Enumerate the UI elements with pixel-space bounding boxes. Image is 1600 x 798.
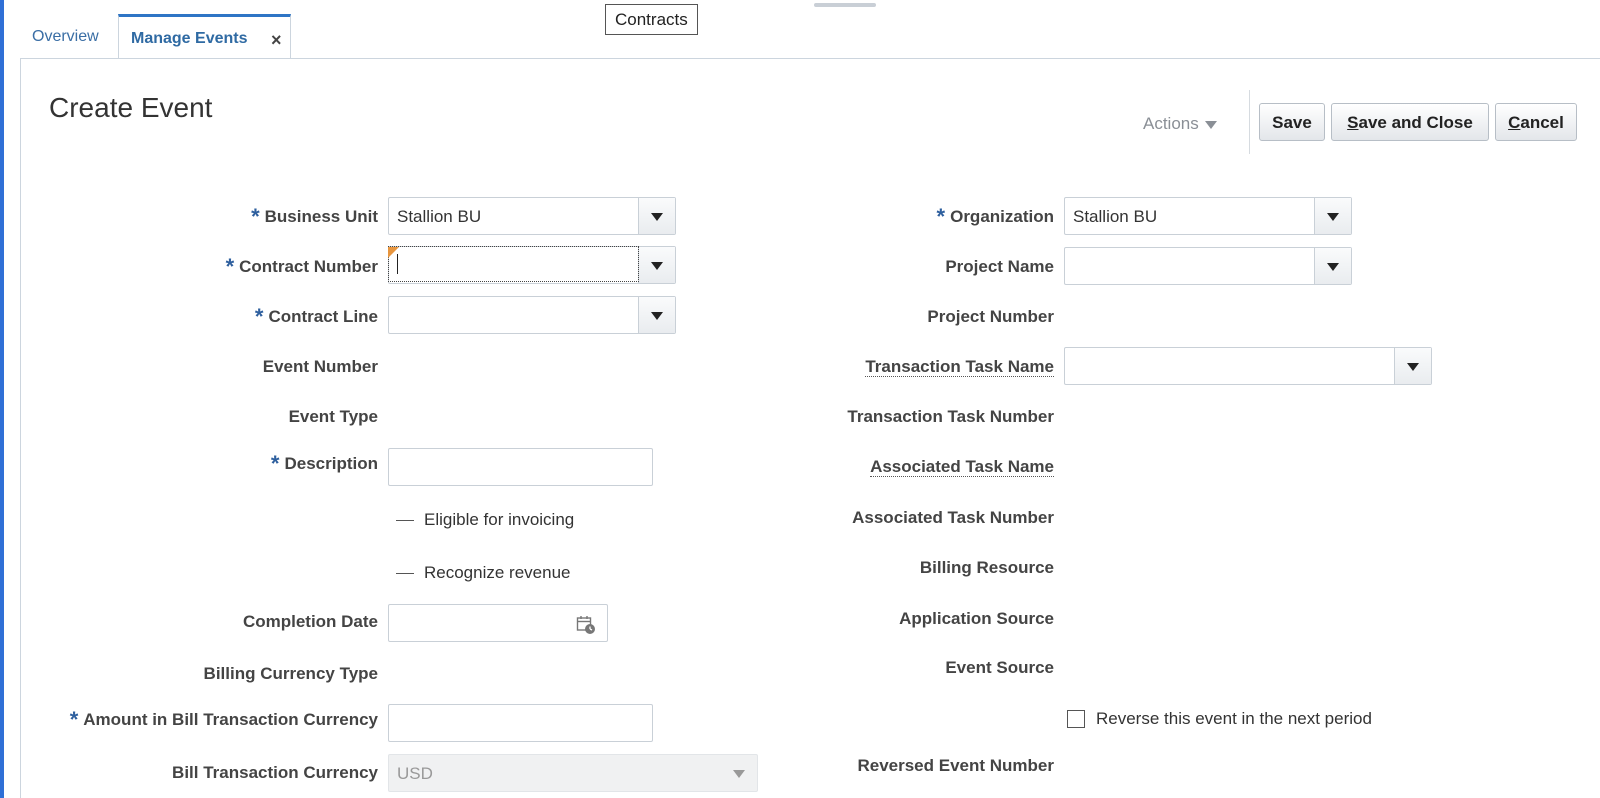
panel-grip-handle[interactable] xyxy=(814,3,876,7)
bill-transaction-currency-label: Bill Transaction Currency xyxy=(172,763,378,782)
billing-currency-type-label: Billing Currency Type xyxy=(203,664,378,683)
business-unit-label-text: Business Unit xyxy=(264,207,378,226)
organization-label: * Organization xyxy=(937,204,1054,230)
recognize-revenue-checkbox[interactable]: Recognize revenue xyxy=(396,563,570,583)
window-edge xyxy=(0,0,4,798)
eligible-for-invoicing-label: Eligible for invoicing xyxy=(424,510,575,529)
associated-task-number-label: Associated Task Number xyxy=(852,508,1054,527)
chevron-down-icon xyxy=(1204,120,1217,129)
completion-date-label: Completion Date xyxy=(242,612,378,631)
business-unit-label: * Business Unit xyxy=(251,204,378,230)
text-caret xyxy=(397,254,398,274)
save-button-label: Save xyxy=(1272,113,1312,132)
save-button[interactable]: Save xyxy=(1259,103,1325,141)
bill-transaction-currency-select: USD xyxy=(388,754,758,792)
transaction-task-name-select[interactable] xyxy=(1064,347,1432,385)
business-unit-value: Stallion BU xyxy=(397,207,482,226)
associated-task-name-label-text: Associated Task Name xyxy=(870,457,1054,477)
chevron-down-icon[interactable] xyxy=(638,198,675,234)
contract-number-label-text: Contract Number xyxy=(239,257,378,276)
organization-label-text: Organization xyxy=(950,207,1054,226)
event-type-label: Event Type xyxy=(288,407,378,426)
completion-date-input[interactable] xyxy=(388,604,608,642)
organization-select[interactable]: Stallion BU xyxy=(1064,197,1352,235)
contract-line-label-text: Contract Line xyxy=(268,307,378,326)
actions-label: Actions xyxy=(1143,114,1199,133)
required-icon: * xyxy=(270,451,280,476)
eligible-for-invoicing-checkbox[interactable]: Eligible for invoicing xyxy=(396,510,574,530)
chevron-down-icon[interactable] xyxy=(638,297,675,333)
calendar-icon[interactable] xyxy=(576,615,596,635)
project-name-label: Project Name xyxy=(945,257,1054,276)
event-source-label: Event Source xyxy=(945,658,1054,677)
page-title: Create Event xyxy=(49,92,213,123)
description-input[interactable] xyxy=(388,448,653,486)
tab-overview[interactable]: Overview xyxy=(32,14,99,59)
associated-task-name-label[interactable]: Associated Task Name xyxy=(870,457,1054,477)
tab-manage-events-label: Manage Events xyxy=(131,30,248,47)
bill-transaction-currency-value: USD xyxy=(397,764,433,783)
amount-bill-txn-currency-label: * Amount in Bill Transaction Currency xyxy=(70,707,378,733)
tab-manage-events[interactable]: Manage Events × xyxy=(118,14,291,59)
contract-line-label: * Contract Line xyxy=(255,304,378,330)
tooltip: Contracts xyxy=(605,4,698,35)
reverse-event-label[interactable]: Reverse this event in the next period xyxy=(1096,709,1372,729)
cancel-button[interactable]: Cancel xyxy=(1495,103,1577,141)
contract-line-select[interactable] xyxy=(388,296,676,334)
chevron-down-icon[interactable] xyxy=(1394,348,1431,384)
toolbar-separator xyxy=(1249,90,1250,154)
actions-menu[interactable]: Actions xyxy=(1143,114,1217,134)
panel-border xyxy=(20,58,21,798)
amount-label-text: Amount in Bill Transaction Currency xyxy=(83,710,378,729)
required-icon: * xyxy=(936,204,946,229)
project-number-label: Project Number xyxy=(927,307,1054,326)
contract-number-focus xyxy=(388,246,639,282)
application-source-label: Application Source xyxy=(899,609,1054,628)
tab-divider xyxy=(20,58,1600,59)
project-name-select[interactable] xyxy=(1064,247,1352,285)
amount-bill-txn-currency-input[interactable] xyxy=(388,704,653,742)
transaction-task-name-label[interactable]: Transaction Task Name xyxy=(865,357,1054,377)
indeterminate-icon xyxy=(396,520,414,522)
recognize-revenue-label: Recognize revenue xyxy=(424,563,571,582)
transaction-task-number-label: Transaction Task Number xyxy=(847,407,1054,426)
required-icon: * xyxy=(225,254,235,279)
chevron-down-icon[interactable] xyxy=(1314,248,1351,284)
organization-value: Stallion BU xyxy=(1073,207,1158,226)
save-and-close-button[interactable]: Save and Close xyxy=(1331,103,1489,141)
description-label-text: Description xyxy=(284,454,378,473)
close-icon[interactable]: × xyxy=(271,18,282,62)
reversed-event-number-label: Reversed Event Number xyxy=(857,756,1054,775)
required-icon: * xyxy=(251,204,260,229)
transaction-task-name-label-text: Transaction Task Name xyxy=(865,357,1054,377)
indeterminate-icon xyxy=(396,573,414,575)
billing-resource-label: Billing Resource xyxy=(919,558,1054,577)
contract-number-label: * Contract Number xyxy=(226,254,378,280)
reverse-event-checkbox[interactable] xyxy=(1067,710,1085,728)
chevron-down-icon[interactable] xyxy=(1314,198,1351,234)
chevron-down-icon[interactable] xyxy=(638,247,675,283)
required-icon: * xyxy=(69,707,79,732)
business-unit-select[interactable]: Stallion BU xyxy=(388,197,676,235)
description-label: * Description xyxy=(271,451,378,477)
required-icon: * xyxy=(254,304,264,329)
event-number-label: Event Number xyxy=(262,357,378,376)
chevron-down-icon xyxy=(721,755,757,791)
